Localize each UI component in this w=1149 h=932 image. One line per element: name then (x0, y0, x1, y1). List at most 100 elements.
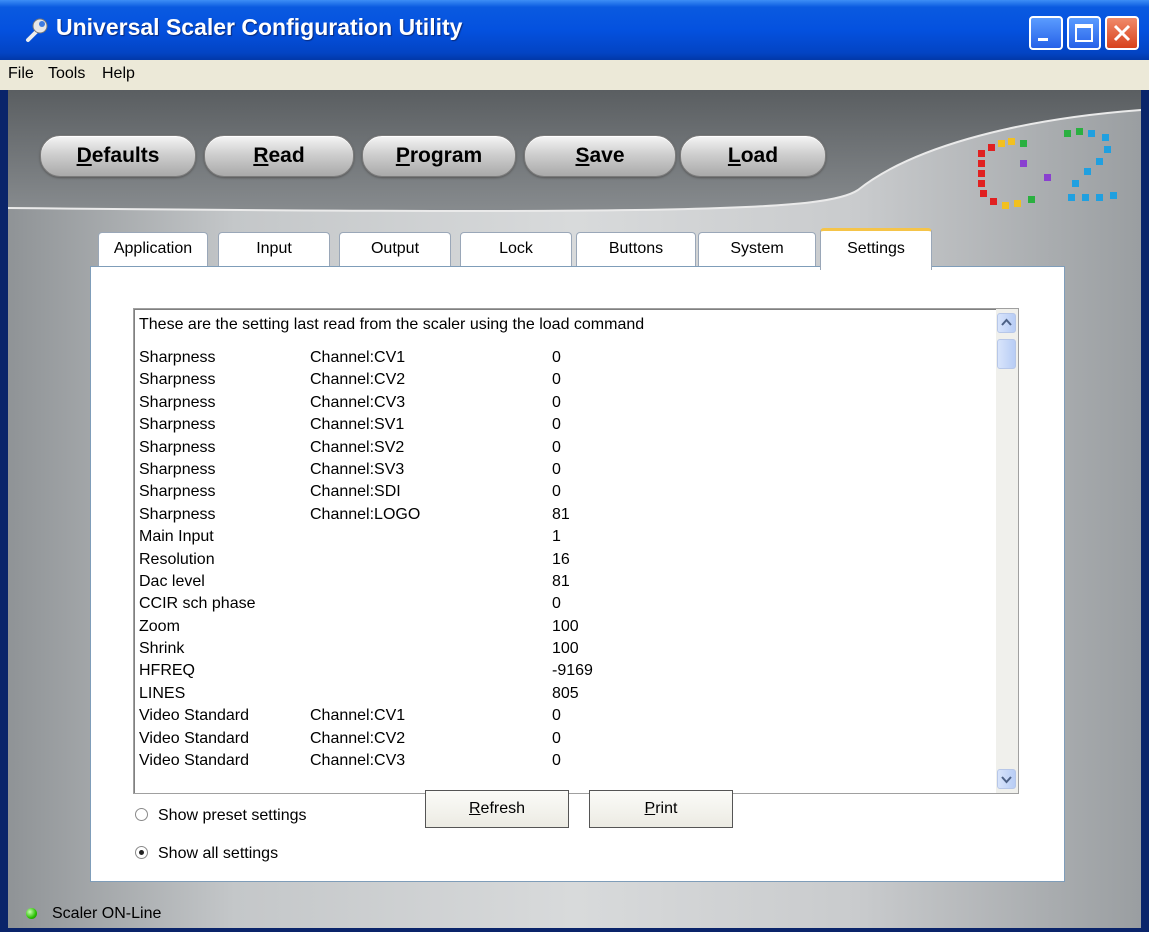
setting-value: 1 (552, 528, 561, 546)
setting-value: 0 (552, 595, 561, 613)
list-item: Sharpness Channel:SDI 0 (139, 481, 644, 503)
setting-channel: Channel:LOGO (310, 505, 421, 523)
tab-settings[interactable]: Settings (820, 228, 932, 270)
setting-name: Sharpness (139, 393, 216, 411)
list-item: Sharpness Channel:LOGO 81 (139, 504, 644, 526)
setting-name: Video Standard (139, 752, 250, 770)
setting-value: 16 (552, 550, 570, 568)
setting-channel: Channel:SV2 (310, 438, 405, 456)
tab-buttons[interactable]: Buttons (576, 232, 696, 266)
setting-value: 0 (552, 349, 561, 366)
status-text: Scaler ON-Line (52, 905, 162, 922)
tab-application[interactable]: Application (98, 232, 208, 266)
list-item: Video Standard Channel:CV3 0 (139, 750, 644, 772)
program-button[interactable]: Program (362, 135, 516, 177)
radio-preset-indicator[interactable] (135, 808, 148, 821)
settings-header-text: These are the setting last read from the… (139, 316, 645, 333)
print-button[interactable]: Print (589, 790, 733, 828)
setting-value: 0 (552, 483, 561, 501)
scroll-up-button[interactable] (997, 313, 1016, 333)
setting-channel: Channel:SDI (310, 483, 401, 501)
setting-value: 81 (552, 572, 570, 590)
list-item: Resolution 16 (139, 549, 644, 571)
menu-tools[interactable]: Tools (48, 65, 85, 83)
list-item: Zoom 100 (139, 616, 644, 638)
list-item: Sharpness Channel:SV2 0 (139, 437, 644, 459)
refresh-button[interactable]: Refresh (425, 790, 569, 828)
vertical-scrollbar[interactable] (996, 309, 1018, 793)
list-item: Shrink 100 (139, 638, 644, 660)
tab-system[interactable]: System (698, 232, 816, 266)
window-title: Universal Scaler Configuration Utility (56, 14, 463, 40)
list-item: Dac level 81 (139, 571, 644, 593)
list-item: Sharpness Channel:SV3 0 (139, 459, 644, 481)
setting-channel: Channel:CV2 (310, 729, 406, 747)
list-item: CCIR sch phase 0 (139, 593, 644, 615)
close-icon (1113, 24, 1131, 42)
setting-name: Video Standard (139, 729, 250, 747)
wrench-icon (26, 18, 48, 42)
radio-all-indicator[interactable] (135, 846, 148, 859)
setting-name: Sharpness (139, 438, 216, 456)
setting-channel: Channel:CV2 (310, 371, 406, 389)
setting-name: Video Standard (139, 707, 250, 725)
list-item: Video Standard Channel:CV1 0 (139, 705, 644, 727)
setting-value: 0 (552, 438, 561, 456)
radio-show-all[interactable]: Show all settings (135, 845, 278, 863)
setting-name: Sharpness (139, 460, 216, 478)
load-button[interactable]: Load (680, 135, 826, 177)
menu-help[interactable]: Help (102, 65, 135, 83)
setting-value: 0 (552, 729, 561, 747)
maximize-button[interactable] (1067, 16, 1101, 50)
setting-channel: Channel:CV3 (310, 393, 406, 411)
tab-lock[interactable]: Lock (460, 232, 572, 266)
settings-panel: These are the setting last read from the… (90, 266, 1065, 882)
setting-value: 0 (552, 416, 561, 434)
read-button[interactable]: Read (204, 135, 354, 177)
setting-value: 0 (552, 371, 561, 389)
menu-file[interactable]: File (8, 65, 34, 83)
status-bar: Scaler ON-Line (8, 900, 1141, 928)
minimize-icon (1038, 38, 1048, 41)
client-area: Defaults Read Program Save Load Applicat… (8, 90, 1141, 928)
scroll-down-button[interactable] (997, 769, 1016, 789)
status-led-icon (26, 908, 37, 919)
app-window: Universal Scaler Configuration Utility F… (0, 0, 1149, 932)
title-bar[interactable]: Universal Scaler Configuration Utility (0, 0, 1149, 60)
setting-value: 0 (552, 707, 561, 725)
setting-channel: Channel:CV3 (310, 752, 406, 770)
close-button[interactable] (1105, 16, 1139, 50)
tab-output[interactable]: Output (339, 232, 451, 266)
setting-value: 81 (552, 505, 570, 523)
chevron-down-icon (1001, 776, 1012, 784)
setting-value: 805 (552, 684, 579, 702)
setting-channel: Channel:CV1 (310, 707, 406, 725)
setting-name: Resolution (139, 550, 215, 568)
setting-name: Zoom (139, 617, 180, 635)
defaults-button[interactable]: Defaults (40, 135, 196, 177)
scroll-thumb[interactable] (997, 339, 1016, 369)
list-item: Sharpness Channel:CV1 0 (139, 347, 644, 369)
save-button[interactable]: Save (524, 135, 676, 177)
setting-name: Sharpness (139, 416, 216, 434)
radio-show-preset[interactable]: Show preset settings (135, 807, 307, 825)
setting-value: -9169 (552, 662, 593, 680)
setting-name: CCIR sch phase (139, 595, 256, 613)
maximize-icon (1075, 24, 1093, 42)
list-item: LINES 805 (139, 683, 644, 705)
settings-listbox[interactable]: These are the setting last read from the… (133, 308, 1019, 794)
setting-name: LINES (139, 684, 186, 702)
settings-list-content: These are the setting last read from the… (139, 314, 644, 772)
menu-bar: File Tools Help (0, 60, 1149, 90)
setting-name: HFREQ (139, 662, 195, 680)
company-logo (978, 128, 1117, 209)
list-item: Sharpness Channel:CV3 0 (139, 392, 644, 414)
list-item: HFREQ -9169 (139, 660, 644, 682)
setting-value: 0 (552, 393, 561, 411)
setting-name: Sharpness (139, 505, 216, 523)
minimize-button[interactable] (1029, 16, 1063, 50)
setting-value: 100 (552, 617, 579, 635)
tab-input[interactable]: Input (218, 232, 330, 266)
setting-name: Sharpness (139, 483, 216, 501)
setting-name: Dac level (139, 572, 205, 590)
